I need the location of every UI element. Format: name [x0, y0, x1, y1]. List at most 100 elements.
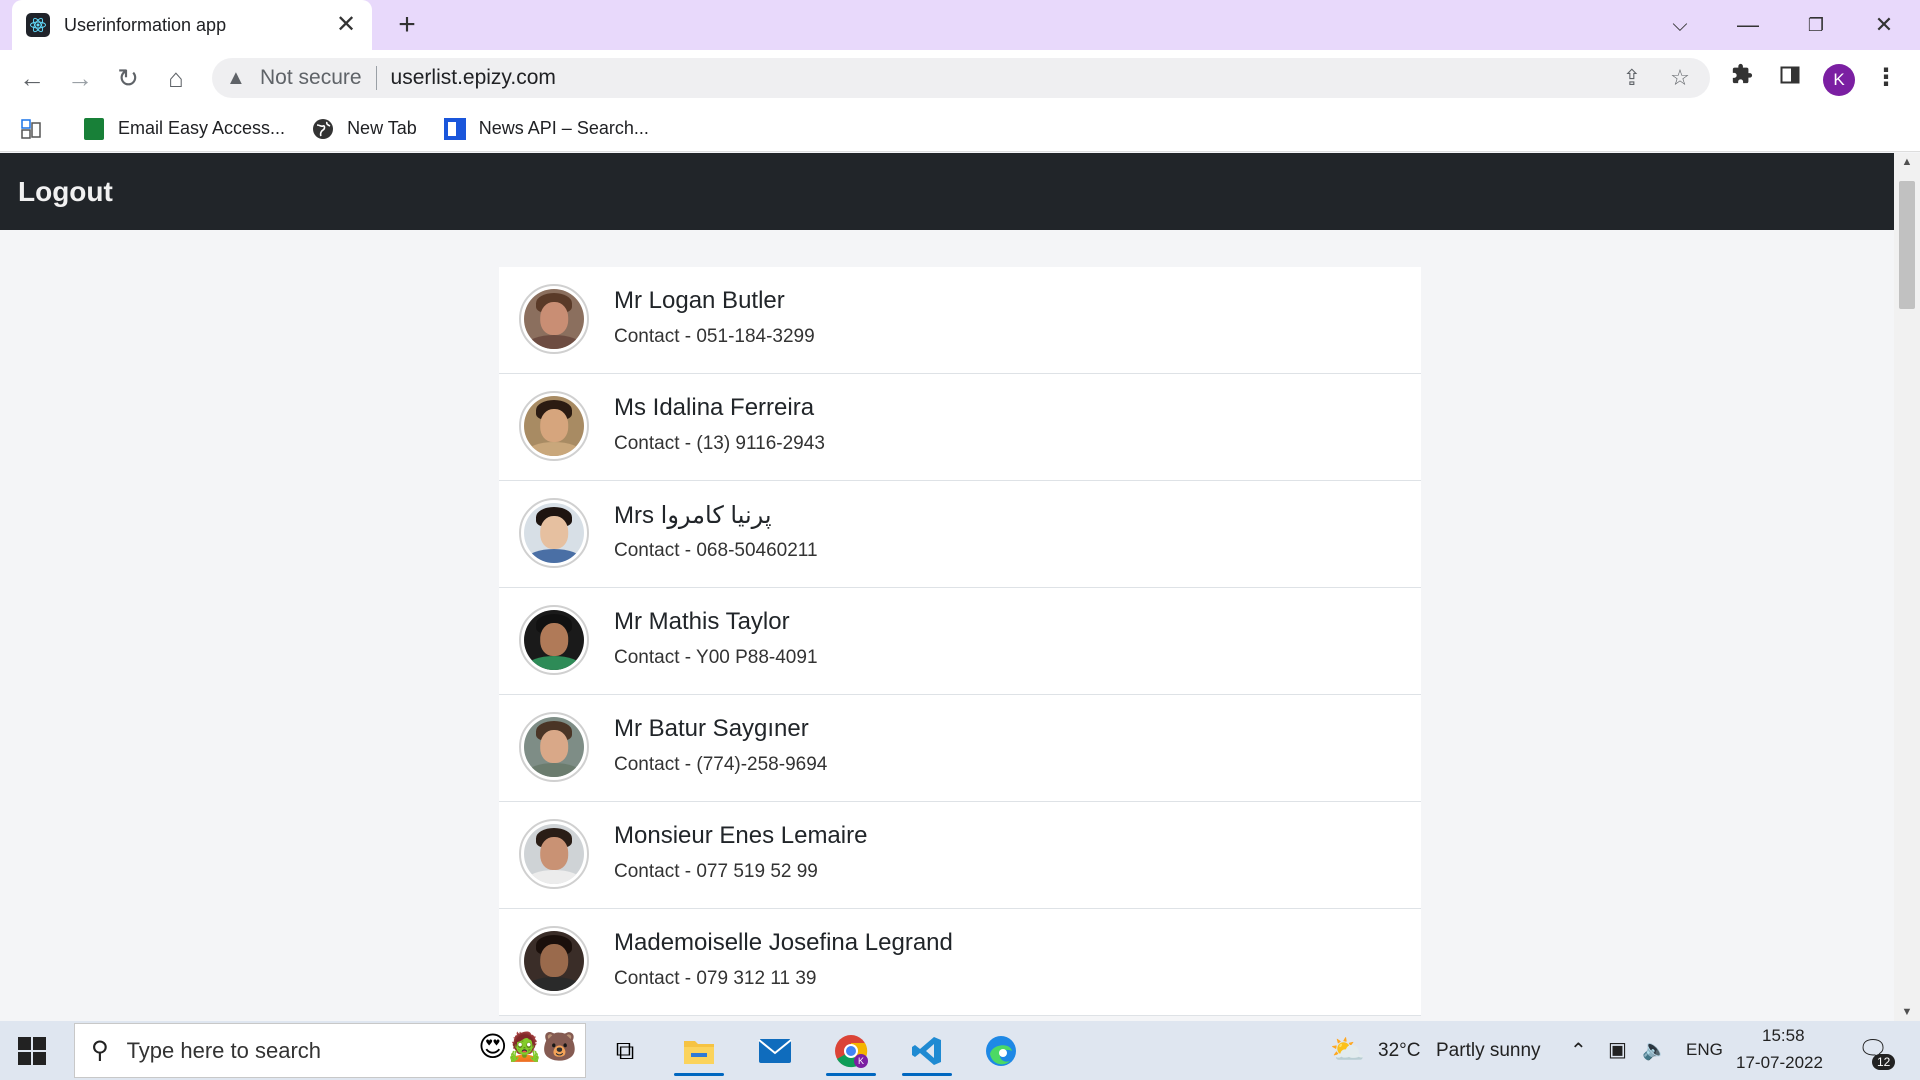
avatar-face: [540, 302, 568, 335]
mail-icon[interactable]: [744, 1026, 806, 1076]
user-list: Mr Logan Butler Contact - 051-184-3299 M…: [499, 267, 1421, 1021]
task-view-icon[interactable]: ⧉: [594, 1026, 656, 1076]
share-icon[interactable]: ⇪: [1616, 62, 1648, 94]
notification-count-badge: 12: [1872, 1054, 1896, 1070]
clock-time[interactable]: 15:58: [1762, 1026, 1805, 1046]
minimize-button[interactable]: —: [1728, 8, 1768, 42]
user-avatar: [519, 284, 589, 354]
avatar-shoulders: [527, 762, 581, 777]
back-arrow-icon[interactable]: ←: [14, 60, 50, 96]
profile-avatar[interactable]: K: [1823, 64, 1855, 96]
search-icon: ⚲: [91, 1037, 109, 1064]
tab-search-icon[interactable]: ⌵: [1660, 8, 1700, 42]
warning-triangle-icon[interactable]: ▲: [226, 67, 250, 90]
user-list-item[interactable]: Mr Logan Butler Contact - 051-184-3299: [499, 267, 1421, 374]
avatar-photo: [524, 396, 584, 456]
user-contact: Contact - 079 312 11 39: [614, 968, 817, 989]
user-contact: Contact - (774)-258-9694: [614, 754, 828, 775]
user-contact: Contact - 077 519 52 99: [614, 861, 818, 882]
forward-arrow-icon[interactable]: →: [62, 60, 98, 96]
user-name: Mrs پرنیا کامروا: [614, 502, 772, 529]
user-list-item[interactable]: Mr Batur Saygıner Contact - (774)-258-96…: [499, 695, 1421, 802]
kebab-menu-icon[interactable]: ⋮: [1868, 60, 1904, 96]
not-secure-label[interactable]: Not secure: [260, 66, 362, 90]
spreadsheet-icon: [82, 117, 106, 141]
reload-icon[interactable]: ↻: [110, 60, 146, 96]
meet-now-icon[interactable]: ▣: [1608, 1037, 1627, 1062]
home-icon[interactable]: ⌂: [158, 60, 194, 96]
globe-icon: [311, 117, 335, 141]
weather-condition[interactable]: Partly sunny: [1436, 1040, 1541, 1062]
avatar-shoulders: [527, 548, 581, 563]
bookmark-star-icon[interactable]: ☆: [1664, 62, 1696, 94]
scrollbar-thumb[interactable]: [1899, 181, 1915, 309]
avatar-face: [540, 837, 568, 870]
language-indicator[interactable]: ENG: [1686, 1040, 1723, 1060]
avatar-photo: [524, 717, 584, 777]
bookmark-label: Email Easy Access...: [118, 118, 286, 138]
avatar-shoulders: [527, 441, 581, 456]
user-contact: Contact - 068-50460211: [614, 540, 818, 561]
taskbar-search-box[interactable]: ⚲ Type here to search 😍🧟🐻: [74, 1023, 586, 1078]
avatar-face: [540, 516, 568, 549]
avatar-face: [540, 623, 568, 656]
app-navbar: Logout: [0, 153, 1894, 230]
restore-button[interactable]: ❐: [1796, 8, 1836, 42]
logout-link[interactable]: Logout: [18, 176, 113, 208]
user-list-item[interactable]: Monsieur Enes Lemaire Contact - 077 519 …: [499, 802, 1421, 909]
side-panel-icon[interactable]: [1772, 60, 1808, 96]
bookmark-email-easy-access[interactable]: Email Easy Access...: [82, 117, 285, 141]
windows-taskbar: ⚲ Type here to search 😍🧟🐻 ⧉ K ⛅ 32°C Par…: [0, 1021, 1920, 1080]
news-api-icon: [443, 117, 467, 141]
browser-tab[interactable]: Userinformation app ✕: [12, 0, 372, 50]
page-scrollbar[interactable]: ▲ ▼: [1894, 153, 1920, 1021]
svg-text:K: K: [858, 1056, 864, 1066]
user-name: Mademoiselle Josefina Legrand: [614, 929, 953, 956]
user-avatar: [519, 926, 589, 996]
clock-date[interactable]: 17-07-2022: [1736, 1053, 1823, 1073]
bookmarks-bar: Email Easy Access... New Tab News API – …: [0, 106, 1920, 152]
extensions-puzzle-icon[interactable]: [1724, 60, 1760, 96]
file-explorer-icon[interactable]: [668, 1026, 730, 1076]
scroll-up-arrow-icon[interactable]: ▲: [1894, 153, 1920, 171]
window-close-button[interactable]: ✕: [1864, 8, 1904, 42]
avatar-shoulders: [527, 655, 581, 670]
speaker-icon[interactable]: 🔈: [1642, 1037, 1667, 1062]
scroll-down-arrow-icon[interactable]: ▼: [1894, 1003, 1920, 1021]
new-tab-button[interactable]: +: [390, 8, 424, 42]
avatar-photo: [524, 824, 584, 884]
address-divider: [375, 66, 377, 90]
browser-toolbar: ← → ↻ ⌂ ▲ Not secure userlist.epizy.com …: [0, 50, 1920, 106]
weather-partly-sunny-icon[interactable]: ⛅: [1330, 1033, 1365, 1066]
avatar-face: [540, 944, 568, 977]
address-bar[interactable]: ▲ Not secure userlist.epizy.com ⇪ ☆: [212, 58, 1710, 98]
apps-grid-icon: [20, 117, 44, 141]
chevron-up-icon[interactable]: ⌃: [1570, 1038, 1587, 1063]
url-text[interactable]: userlist.epizy.com: [391, 66, 556, 90]
user-list-item[interactable]: Mr Mathis Taylor Contact - Y00 P88-4091: [499, 588, 1421, 695]
user-list-item[interactable]: Mrs پرنیا کامروا Contact - 068-50460211: [499, 481, 1421, 588]
user-name: Mr Mathis Taylor: [614, 608, 790, 635]
apps-shortcut[interactable]: [20, 117, 56, 141]
avatar-face: [540, 730, 568, 763]
avatar-photo: [524, 610, 584, 670]
edge-icon[interactable]: [970, 1026, 1032, 1076]
avatar-face: [540, 409, 568, 442]
user-avatar: [519, 498, 589, 568]
user-avatar: [519, 605, 589, 675]
tab-close-icon[interactable]: ✕: [334, 13, 358, 37]
user-list-item[interactable]: Mademoiselle Josefina Legrand Contact - …: [499, 909, 1421, 1016]
user-name: Ms Idalina Ferreira: [614, 394, 815, 421]
weather-temperature[interactable]: 32°C: [1378, 1040, 1420, 1062]
user-list-item[interactable]: Ms Idalina Ferreira Contact - (13) 9116-…: [499, 374, 1421, 481]
bookmark-label: New Tab: [347, 118, 417, 138]
bookmark-news-api[interactable]: News API – Search...: [443, 117, 649, 141]
tab-title: Userinformation app: [64, 14, 227, 35]
vscode-icon[interactable]: [896, 1026, 958, 1076]
user-name: Mr Logan Butler: [614, 287, 785, 314]
search-highlights-icon[interactable]: 😍🧟🐻: [478, 1030, 577, 1063]
chrome-icon[interactable]: K: [820, 1026, 882, 1076]
bookmark-new-tab[interactable]: New Tab: [311, 117, 417, 141]
windows-start-icon[interactable]: [18, 1037, 46, 1065]
avatar-shoulders: [527, 869, 581, 884]
